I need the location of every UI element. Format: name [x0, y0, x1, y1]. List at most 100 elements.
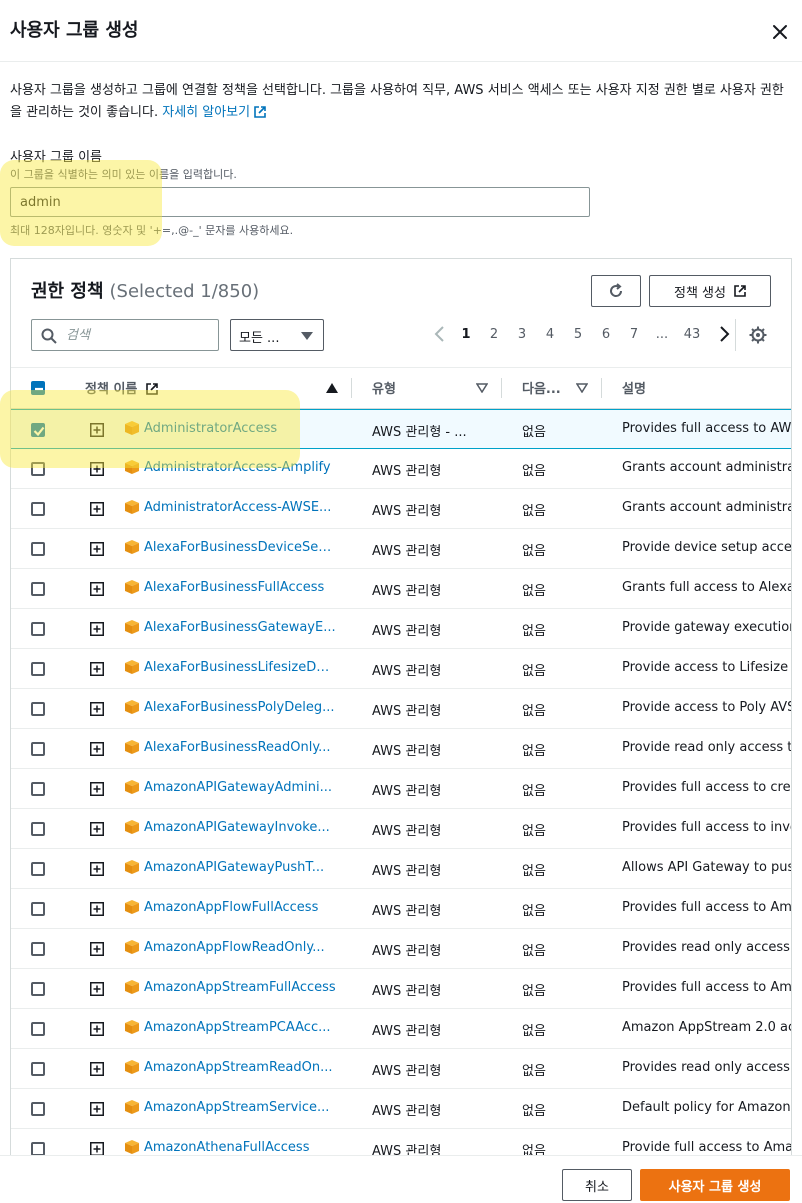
- table-row[interactable]: AmazonAPIGatewayPushT... AWS 관리형 없음 Allows …: [11, 849, 791, 889]
- policy-name-link[interactable]: AdministratorAccess: [144, 421, 336, 436]
- column-header-type[interactable]: 유형: [372, 378, 396, 397]
- policy-name-link[interactable]: AmazonAPIGatewayPushT...: [144, 860, 336, 875]
- page-7[interactable]: 7: [624, 327, 644, 342]
- expand-icon[interactable]: [90, 902, 104, 916]
- learn-more-link[interactable]: 자세히 알아보기: [162, 105, 266, 120]
- policy-name-link[interactable]: AmazonAthenaFullAccess: [144, 1140, 336, 1155]
- expand-icon[interactable]: [90, 822, 104, 836]
- row-checkbox[interactable]: [31, 902, 45, 916]
- page-1[interactable]: 1: [456, 327, 476, 342]
- column-header-name[interactable]: 정책 이름: [85, 378, 158, 397]
- expand-icon[interactable]: [90, 982, 104, 996]
- table-row[interactable]: AdministratorAccess-Amplify AWS 관리형 없음 Gran…: [11, 449, 791, 489]
- policy-name-link[interactable]: AlexaForBusinessReadOnly...: [144, 740, 336, 755]
- table-row[interactable]: AmazonAPIGatewayAdmini... AWS 관리형 없음 Provid…: [11, 769, 791, 809]
- row-checkbox[interactable]: [31, 702, 45, 716]
- expand-icon[interactable]: [90, 662, 104, 676]
- refresh-button[interactable]: [591, 275, 641, 307]
- table-row[interactable]: AlexaForBusinessLifesizeDe... AWS 관리형 없음 Pr…: [11, 649, 791, 689]
- expand-icon[interactable]: [90, 702, 104, 716]
- expand-icon[interactable]: [90, 1062, 104, 1076]
- page-4[interactable]: 4: [540, 327, 560, 342]
- policy-name-link[interactable]: AdministratorAccess-AWSE...: [144, 500, 336, 515]
- expand-icon[interactable]: [90, 582, 104, 596]
- row-checkbox[interactable]: [31, 542, 45, 556]
- cancel-button[interactable]: 취소: [562, 1169, 632, 1201]
- chevron-left-icon[interactable]: [433, 325, 445, 343]
- row-checkbox[interactable]: [31, 942, 45, 956]
- table-row[interactable]: AmazonAppStreamReadOn... AWS 관리형 없음 Provide…: [11, 1049, 791, 1089]
- policy-name-link[interactable]: AlexaForBusinessPolyDeleg...: [144, 700, 336, 715]
- policy-name-link[interactable]: AmazonAppFlowFullAccess: [144, 900, 336, 915]
- select-all-checkbox[interactable]: [31, 381, 45, 395]
- gear-icon[interactable]: [749, 326, 767, 344]
- expand-icon[interactable]: [90, 1102, 104, 1116]
- page-2[interactable]: 2: [484, 327, 504, 342]
- search-input[interactable]: [62, 320, 212, 350]
- policy-name-link[interactable]: AmazonAppStreamReadOn...: [144, 1060, 336, 1075]
- chevron-right-icon[interactable]: [719, 325, 731, 343]
- policy-name-link[interactable]: AdministratorAccess-Amplify: [144, 460, 336, 475]
- expand-icon[interactable]: [90, 862, 104, 876]
- table-row[interactable]: AlexaForBusinessDeviceSetup AWS 관리형 없음 Prov…: [11, 529, 791, 569]
- policy-name-link[interactable]: AlexaForBusinessFullAccess: [144, 580, 336, 595]
- expand-icon[interactable]: [90, 942, 104, 956]
- expand-icon[interactable]: [90, 1142, 104, 1156]
- policy-name-link[interactable]: AlexaForBusinessGatewayE...: [144, 620, 336, 635]
- policy-name-link[interactable]: AlexaForBusinessLifesizeDe...: [144, 660, 336, 675]
- row-checkbox[interactable]: [31, 1102, 45, 1116]
- table-row[interactable]: AdministratorAccess-AWSE... AWS 관리형 없음 Gran…: [11, 489, 791, 529]
- column-header-description[interactable]: 설명: [622, 378, 646, 397]
- row-checkbox[interactable]: [31, 862, 45, 876]
- create-user-group-button[interactable]: 사용자 그룹 생성: [640, 1169, 790, 1201]
- sort-ascending-icon[interactable]: [326, 383, 338, 393]
- table-row[interactable]: AlexaForBusinessGatewayE... AWS 관리형 없음 Prov…: [11, 609, 791, 649]
- row-checkbox[interactable]: [31, 782, 45, 796]
- table-row[interactable]: AmazonAppFlowReadOnly... AWS 관리형 없음 Provide…: [11, 929, 791, 969]
- policy-name-link[interactable]: AmazonAPIGatewayAdmini...: [144, 780, 336, 795]
- table-row[interactable]: AlexaForBusinessPolyDeleg... AWS 관리형 없음 Pro…: [11, 689, 791, 729]
- policy-name-link[interactable]: AmazonAppStreamService...: [144, 1100, 336, 1115]
- expand-icon[interactable]: [90, 542, 104, 556]
- row-checkbox[interactable]: [31, 1062, 45, 1076]
- table-row[interactable]: AdministratorAccess AWS 관리형 - ... 없음 Provid…: [11, 409, 791, 449]
- page-43[interactable]: 43: [680, 327, 704, 342]
- row-checkbox[interactable]: [31, 423, 45, 437]
- row-checkbox[interactable]: [31, 582, 45, 596]
- row-checkbox[interactable]: [31, 742, 45, 756]
- sort-icon[interactable]: [576, 383, 588, 393]
- policy-name-link[interactable]: AmazonAppFlowReadOnly...: [144, 940, 336, 955]
- expand-icon[interactable]: [90, 742, 104, 756]
- policy-name-link[interactable]: AmazonAppStreamPCAAcc...: [144, 1020, 336, 1035]
- expand-icon[interactable]: [90, 502, 104, 516]
- row-checkbox[interactable]: [31, 1142, 45, 1156]
- row-checkbox[interactable]: [31, 982, 45, 996]
- sort-icon[interactable]: [476, 383, 488, 393]
- policy-name-link[interactable]: AmazonAPIGatewayInvoke...: [144, 820, 336, 835]
- policy-name-link[interactable]: AlexaForBusinessDeviceSetup: [144, 540, 336, 555]
- create-policy-button[interactable]: 정책 생성: [649, 275, 771, 307]
- table-row[interactable]: AlexaForBusinessReadOnly... AWS 관리형 없음 Prov…: [11, 729, 791, 769]
- row-checkbox[interactable]: [31, 622, 45, 636]
- page-3[interactable]: 3: [512, 327, 532, 342]
- row-checkbox[interactable]: [31, 662, 45, 676]
- row-checkbox[interactable]: [31, 502, 45, 516]
- row-checkbox[interactable]: [31, 822, 45, 836]
- expand-icon[interactable]: [90, 782, 104, 796]
- table-row[interactable]: AmazonAppFlowFullAccess AWS 관리형 없음 Provides…: [11, 889, 791, 929]
- table-row[interactable]: AmazonAppStreamPCAAcc... AWS 관리형 없음 Amazon …: [11, 1009, 791, 1049]
- close-icon[interactable]: [770, 22, 790, 42]
- expand-icon[interactable]: [90, 423, 104, 437]
- expand-icon[interactable]: [90, 1022, 104, 1036]
- row-checkbox[interactable]: [31, 1022, 45, 1036]
- filter-select[interactable]: 모든 ...: [230, 319, 324, 351]
- expand-icon[interactable]: [90, 462, 104, 476]
- group-name-input[interactable]: [10, 187, 590, 217]
- policy-name-link[interactable]: AmazonAppStreamFullAccess: [144, 980, 336, 995]
- row-checkbox[interactable]: [31, 462, 45, 476]
- page-6[interactable]: 6: [596, 327, 616, 342]
- column-header-next[interactable]: 다음...: [522, 378, 561, 397]
- table-row[interactable]: AmazonAppStreamService... AWS 관리형 없음 Defaul…: [11, 1089, 791, 1129]
- table-row[interactable]: AmazonAppStreamFullAccess AWS 관리형 없음 Provid…: [11, 969, 791, 1009]
- expand-icon[interactable]: [90, 622, 104, 636]
